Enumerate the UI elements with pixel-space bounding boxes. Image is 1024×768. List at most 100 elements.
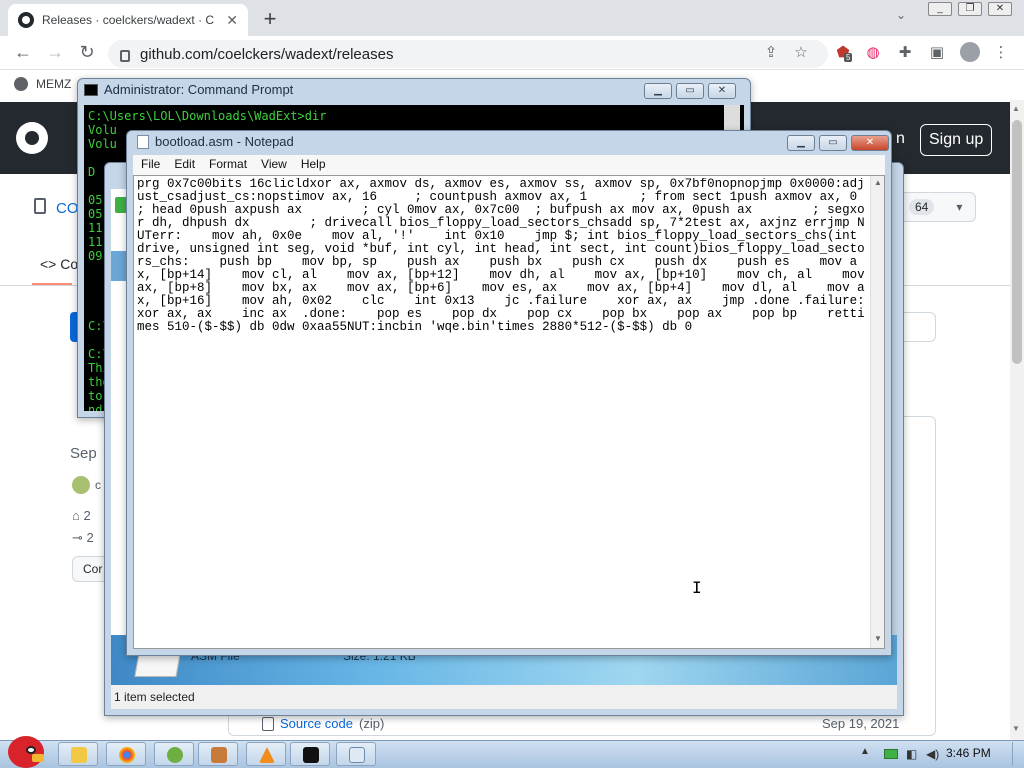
- battery-icon[interactable]: [884, 749, 898, 759]
- forward-arrow-icon[interactable]: →: [44, 42, 66, 63]
- flag-extension-icon[interactable]: ◍: [864, 44, 882, 62]
- volume-icon[interactable]: ◀): [926, 747, 939, 761]
- release-date: Sep: [70, 445, 97, 462]
- profile-avatar-icon[interactable]: [960, 42, 980, 62]
- extensions-puzzle-icon[interactable]: ✚: [896, 44, 914, 62]
- bird-eye: [26, 746, 36, 754]
- scroll-up-arrow-icon[interactable]: ▲: [1012, 104, 1020, 113]
- author-avatar[interactable]: [72, 476, 90, 494]
- notepad-scroll-up-icon[interactable]: ▲: [874, 178, 882, 187]
- taskbar-cmd-button[interactable]: [290, 742, 330, 766]
- bird-beak: [32, 754, 44, 762]
- taskbar-notepad-button[interactable]: [336, 742, 376, 766]
- cmd-title: Administrator: Command Prompt: [104, 82, 294, 97]
- notepad-minimize-button[interactable]: ▁: [787, 135, 815, 151]
- chrome-icon: [119, 747, 135, 763]
- close-window-button[interactable]: ✕: [988, 2, 1012, 16]
- repo-owner-link[interactable]: CO: [56, 200, 79, 217]
- menu-file[interactable]: File: [141, 157, 160, 173]
- sign-in-link[interactable]: n: [896, 130, 905, 148]
- source-code-date: Sep 19, 2021: [822, 716, 900, 731]
- star-count-button[interactable]: 64 ▾: [900, 192, 976, 222]
- cmd-line: C:\Users\LOL\Downloads\WadExt>dir: [88, 109, 327, 123]
- start-button-angry-bird-icon[interactable]: [6, 730, 46, 768]
- menu-edit[interactable]: Edit: [174, 157, 195, 173]
- page-scrollbar-thumb[interactable]: [1012, 120, 1022, 364]
- menu-view[interactable]: View: [261, 157, 287, 173]
- reload-icon[interactable]: ↻: [76, 42, 98, 63]
- tab-title: Releases · coelckers/wadext · C: [42, 13, 215, 27]
- app-icon: [167, 747, 183, 763]
- cmd-close-button[interactable]: ✕: [708, 83, 736, 99]
- lock-icon[interactable]: [120, 50, 130, 62]
- taskbar-vlc-button[interactable]: [246, 742, 286, 766]
- notepad-text-area[interactable]: prg 0x7c00bits 16clicldxor ax, axmov ds,…: [133, 175, 885, 649]
- address-bar[interactable]: github.com/coelckers/wadext/releases: [108, 40, 828, 68]
- menu-format[interactable]: Format: [209, 157, 247, 173]
- tray-expand-arrow-icon[interactable]: ▲: [860, 746, 870, 757]
- show-desktop-button[interactable]: [1012, 742, 1022, 766]
- globe-icon: [14, 77, 28, 91]
- taskbar-paint-button[interactable]: [198, 742, 238, 766]
- cmd-titlebar[interactable]: Administrator: Command Prompt: [84, 82, 293, 97]
- tab-search-chevron-icon[interactable]: ⌄: [896, 8, 906, 22]
- notepad-menu-bar: File Edit Format View Help: [133, 155, 885, 175]
- notepad-scroll-down-icon[interactable]: ▼: [874, 634, 882, 643]
- release-commit[interactable]: ⊸ 2: [72, 530, 94, 546]
- notepad-icon: [137, 134, 149, 149]
- chrome-tab-strip: Releases · coelckers/wadext · C ✕ + ⌄ _ …: [0, 0, 1024, 36]
- release-search-input[interactable]: [900, 312, 936, 342]
- file-zip-icon: [262, 716, 274, 731]
- notepad-scrollbar[interactable]: ▲ ▼: [870, 176, 884, 648]
- paint-icon: [211, 747, 227, 763]
- tab-close-icon[interactable]: ✕: [226, 12, 238, 29]
- release-tag[interactable]: ⌂ 2: [72, 508, 91, 523]
- taskbar-explorer-button[interactable]: [58, 742, 98, 766]
- side-panel-icon[interactable]: ▣: [928, 44, 946, 62]
- source-code-format: (zip): [359, 716, 385, 731]
- browser-toolbar: ← → ↻ github.com/coelckers/wadext/releas…: [0, 36, 1024, 70]
- cmd-window-controls: ▁ ▭ ✕: [644, 83, 736, 99]
- taskbar-clock[interactable]: 3:46 PM: [946, 746, 991, 760]
- url-text: github.com/coelckers/wadext/releases: [140, 45, 394, 63]
- notepad-content[interactable]: prg 0x7c00bits 16clicldxor ax, axmov ds,…: [137, 178, 869, 644]
- browser-tab[interactable]: Releases · coelckers/wadext · C ✕: [8, 4, 248, 36]
- scroll-down-arrow-icon[interactable]: ▼: [1012, 724, 1020, 733]
- cmd-maximize-button[interactable]: ▭: [676, 83, 704, 99]
- menu-kebab-icon[interactable]: ⋮: [992, 44, 1010, 62]
- browser-window-controls: _ ❐ ✕: [928, 2, 1012, 16]
- explorer-folder-icon[interactable]: [111, 251, 127, 281]
- author-name[interactable]: c: [95, 478, 101, 492]
- share-icon[interactable]: ⇪: [762, 44, 780, 62]
- bookmark-memz[interactable]: MEMZ: [14, 77, 71, 91]
- bookmark-star-icon[interactable]: ☆: [792, 44, 810, 62]
- back-arrow-icon[interactable]: ←: [12, 42, 34, 63]
- text-cursor-ibeam-icon: I: [692, 578, 702, 597]
- restore-button[interactable]: ❐: [958, 2, 982, 16]
- network-icon[interactable]: ◧: [906, 747, 917, 761]
- star-count: 64: [909, 199, 935, 215]
- tag-text: 2: [83, 508, 91, 523]
- new-tab-button[interactable]: +: [258, 6, 282, 32]
- taskbar-chrome-button[interactable]: [106, 742, 146, 766]
- menu-help[interactable]: Help: [301, 157, 326, 173]
- cmd-minimize-button[interactable]: ▁: [644, 83, 672, 99]
- tab-code[interactable]: <> Co: [40, 256, 78, 272]
- extension-badge: 5: [844, 53, 853, 62]
- notepad-window[interactable]: bootload.asm - Notepad ▁ ▭ ✕ File Edit F…: [126, 130, 892, 656]
- notepad-titlebar[interactable]: bootload.asm - Notepad: [137, 134, 294, 149]
- repo-icon: [34, 198, 46, 214]
- notepad-close-button[interactable]: ✕: [851, 135, 889, 151]
- github-logo-icon[interactable]: [16, 122, 48, 154]
- dropdown-caret-icon[interactable]: ▾: [956, 200, 962, 214]
- notepad-icon: [349, 747, 365, 763]
- cmd-icon: [303, 747, 319, 763]
- commit-text: 2: [86, 530, 94, 545]
- taskbar-app-button[interactable]: [154, 742, 194, 766]
- notepad-maximize-button[interactable]: ▭: [819, 135, 847, 151]
- source-code-zip-link[interactable]: Source code (zip): [262, 716, 384, 731]
- sign-up-button[interactable]: Sign up: [920, 124, 993, 156]
- folder-icon: [71, 747, 87, 763]
- source-code-label: Source code: [280, 716, 353, 731]
- minimize-button[interactable]: _: [928, 2, 952, 16]
